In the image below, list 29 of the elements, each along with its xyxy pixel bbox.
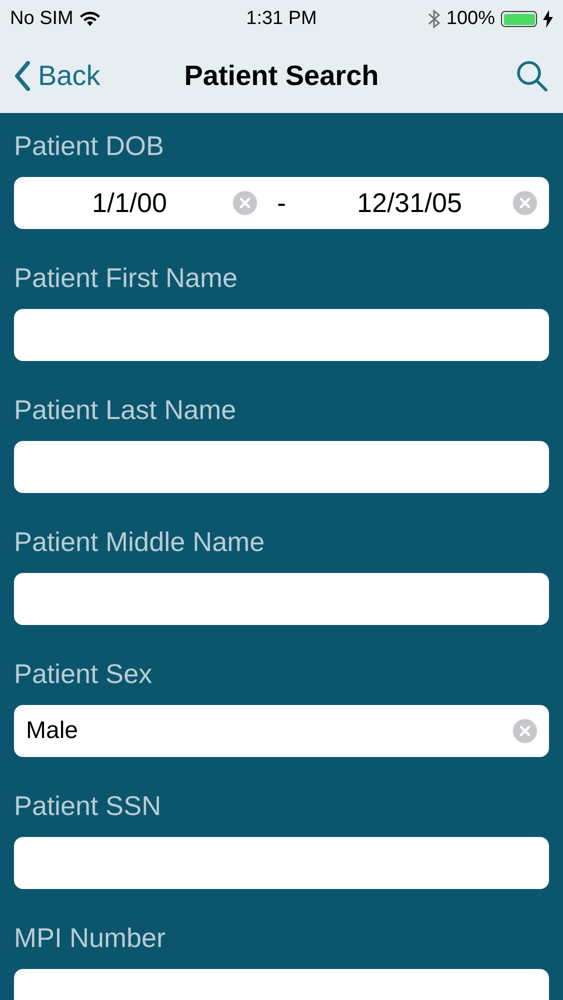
bluetooth-icon xyxy=(428,9,440,29)
field-label: Patient DOB xyxy=(14,131,164,161)
wifi-icon xyxy=(79,11,102,27)
end-date: 12/31/05 xyxy=(356,188,462,218)
carrier-label: No SIM xyxy=(10,8,74,30)
field-label: Patient First Name xyxy=(14,263,238,293)
clear-icon[interactable] xyxy=(233,191,257,215)
input-field[interactable] xyxy=(14,837,549,889)
battery-percent: 100% xyxy=(446,8,496,30)
date-range-field[interactable]: 1/1/00 - 12/31/05 xyxy=(14,177,549,229)
battery-icon xyxy=(501,11,538,27)
field-label: Patient Sex xyxy=(14,659,152,689)
input-field[interactable] xyxy=(14,309,549,361)
clear-icon[interactable] xyxy=(513,191,537,215)
chevron-icon xyxy=(14,60,30,90)
range-separator: - xyxy=(277,188,286,218)
field-label: MPI Number xyxy=(14,923,166,953)
input-field[interactable] xyxy=(14,573,549,625)
start-date: 1/1/00 xyxy=(92,188,168,218)
screen-title: Patient Search xyxy=(184,60,379,90)
clock-time: 1:31 PM xyxy=(246,8,317,30)
field-label: Patient Middle Name xyxy=(14,527,265,557)
search-icon[interactable] xyxy=(515,58,549,92)
field-label: Patient SSN xyxy=(14,791,162,821)
back-button[interactable]: Back xyxy=(14,60,100,92)
clear-icon[interactable] xyxy=(513,719,537,743)
field-label: Patient Last Name xyxy=(14,395,236,425)
charging-icon xyxy=(543,10,554,28)
input-field[interactable] xyxy=(14,441,549,493)
